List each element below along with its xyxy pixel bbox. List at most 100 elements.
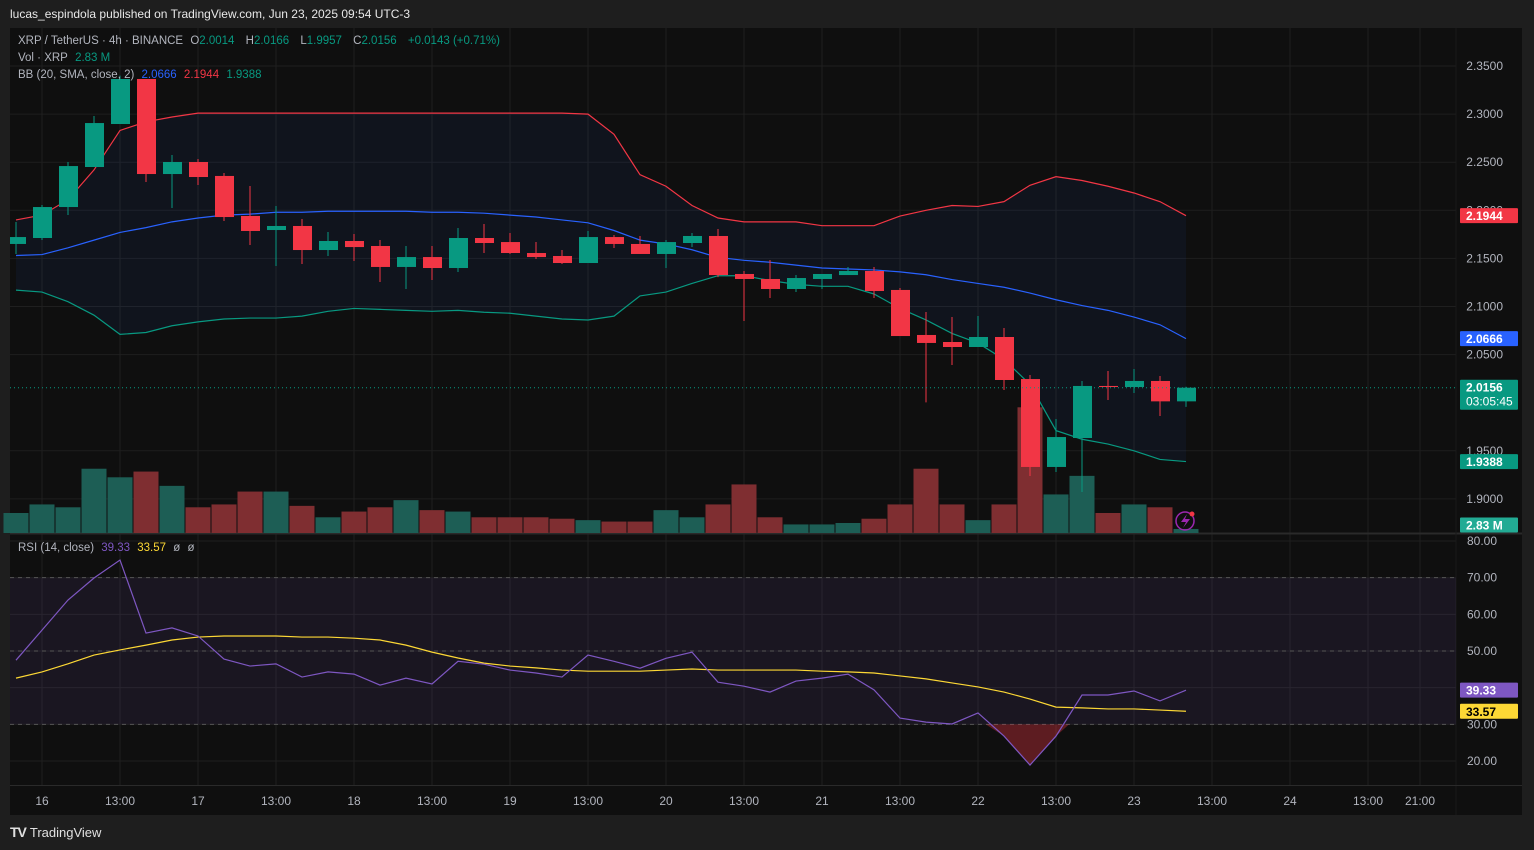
rsi-extra-2: ø	[187, 542, 195, 554]
time-tick-label: 16	[35, 794, 49, 808]
candle-body[interactable]	[59, 166, 78, 208]
bb-basis-value: 2.0666	[141, 69, 177, 81]
candle-body[interactable]	[215, 175, 234, 218]
time-tick-label: 13:00	[573, 794, 603, 808]
time-tick-label: 17	[191, 794, 205, 808]
low-value: 1.9957	[306, 35, 342, 47]
lightning-bolt-icon	[1181, 514, 1190, 528]
candle-body[interactable]	[397, 257, 416, 267]
candle-body[interactable]	[943, 341, 962, 348]
bb-legend[interactable]: BB (20, SMA, close, 2) 2.0666 2.1944 1.9…	[18, 69, 266, 81]
candle-body[interactable]	[1177, 387, 1196, 402]
rsi-extra-1: ø	[173, 542, 181, 554]
candle-body[interactable]	[241, 215, 260, 231]
tradingview-logo[interactable]: TV TradingView	[10, 824, 101, 840]
candle-body[interactable]	[683, 235, 702, 244]
rsi-label: RSI (14, close)	[18, 542, 95, 554]
symbol-legend[interactable]: XRP / TetherUS · 4h · BINANCE O2.0014 H2…	[18, 35, 504, 47]
low-label: L	[300, 35, 307, 47]
candle-body[interactable]	[111, 78, 130, 125]
candle-body[interactable]	[137, 78, 156, 175]
candle-body[interactable]	[1073, 385, 1092, 439]
last-price-tag-text: 2.0156	[1466, 381, 1503, 395]
candle-body[interactable]	[163, 162, 182, 175]
volume-value: 2.83 M	[75, 52, 111, 64]
candle-body[interactable]	[7, 237, 26, 244]
price-tick-label: 2.0500	[1466, 348, 1503, 362]
candle-body[interactable]	[709, 235, 728, 276]
volume-bar	[3, 513, 29, 533]
volume-bar	[1121, 504, 1147, 533]
open-value: 2.0014	[199, 35, 235, 47]
volume-bar	[835, 523, 861, 533]
candle-body[interactable]	[189, 162, 208, 178]
candle-body[interactable]	[605, 237, 624, 244]
candle-body[interactable]	[85, 123, 104, 168]
time-tick-label: 13:00	[885, 794, 915, 808]
candle-body[interactable]	[1047, 437, 1066, 467]
chart-canvas[interactable]: 2.35002.30002.25002.20002.15002.10002.05…	[0, 0, 1534, 850]
candle-body[interactable]	[865, 271, 884, 292]
volume-bar	[81, 468, 107, 533]
candle-body[interactable]	[1151, 380, 1170, 402]
volume-bar	[783, 524, 809, 533]
candle-body[interactable]	[1021, 379, 1040, 467]
rsi-legend[interactable]: RSI (14, close) 39.33 33.57 ø ø	[18, 542, 199, 554]
candle-body[interactable]	[579, 237, 598, 264]
time-tick-label: 13:00	[261, 794, 291, 808]
candle-body[interactable]	[449, 238, 468, 269]
candle-body[interactable]	[319, 240, 338, 251]
candle-body[interactable]	[917, 334, 936, 343]
volume-bar	[913, 468, 939, 533]
rsi-tick-label: 20.00	[1467, 754, 1497, 768]
volume-bar	[653, 510, 679, 533]
candle-body[interactable]	[267, 225, 286, 231]
volume-bar	[679, 517, 705, 533]
volume-bar	[575, 520, 601, 533]
candle-body[interactable]	[891, 289, 910, 337]
candle-body[interactable]	[761, 278, 780, 289]
volume-legend[interactable]: Vol · XRP 2.83 M	[18, 52, 114, 64]
candle-body[interactable]	[839, 271, 858, 276]
brand-name: TradingView	[29, 824, 102, 840]
candle-body[interactable]	[33, 207, 52, 239]
rsi-tag-text: 39.33	[1466, 684, 1496, 698]
close-value: 2.0156	[361, 35, 397, 47]
rsi-tick-label: 50.00	[1467, 644, 1497, 658]
volume-bar	[809, 524, 835, 533]
candle-body[interactable]	[1099, 385, 1118, 388]
candle-body[interactable]	[735, 273, 754, 279]
candle-body[interactable]	[995, 336, 1014, 380]
candle-body[interactable]	[969, 336, 988, 348]
time-tick-label: 23	[1127, 794, 1141, 808]
bb-upper-tag-text: 2.1944	[1466, 209, 1503, 223]
candle-body[interactable]	[527, 253, 546, 258]
rsi-tick-label: 60.00	[1467, 607, 1497, 621]
candle-body[interactable]	[631, 243, 650, 254]
rsi-ma-tag-text: 33.57	[1466, 705, 1496, 719]
volume-bar	[237, 491, 263, 533]
candle-body[interactable]	[813, 273, 832, 279]
bb-basis-tag-text: 2.0666	[1466, 332, 1503, 346]
candle-body[interactable]	[293, 225, 312, 251]
candle-body[interactable]	[657, 242, 676, 254]
candle-body[interactable]	[345, 240, 364, 248]
candle-body[interactable]	[423, 257, 442, 269]
volume-bar	[939, 504, 965, 533]
volume-bar	[757, 517, 783, 533]
high-value: 2.0166	[253, 35, 290, 47]
time-tick-label: 21	[815, 794, 829, 808]
volume-bar	[861, 518, 887, 533]
candle-body[interactable]	[501, 242, 520, 254]
rsi-tick-label: 80.00	[1467, 534, 1497, 548]
candle-body[interactable]	[371, 245, 390, 267]
time-tick-label: 22	[971, 794, 985, 808]
candle-body[interactable]	[553, 255, 572, 264]
volume-bar	[211, 504, 237, 533]
volume-bar	[523, 517, 549, 533]
candle-body[interactable]	[475, 238, 494, 244]
candle-body[interactable]	[1125, 380, 1144, 388]
volume-bar	[55, 507, 81, 533]
symbol-title[interactable]: XRP / TetherUS · 4h · BINANCE	[18, 35, 183, 47]
candle-body[interactable]	[787, 278, 806, 289]
